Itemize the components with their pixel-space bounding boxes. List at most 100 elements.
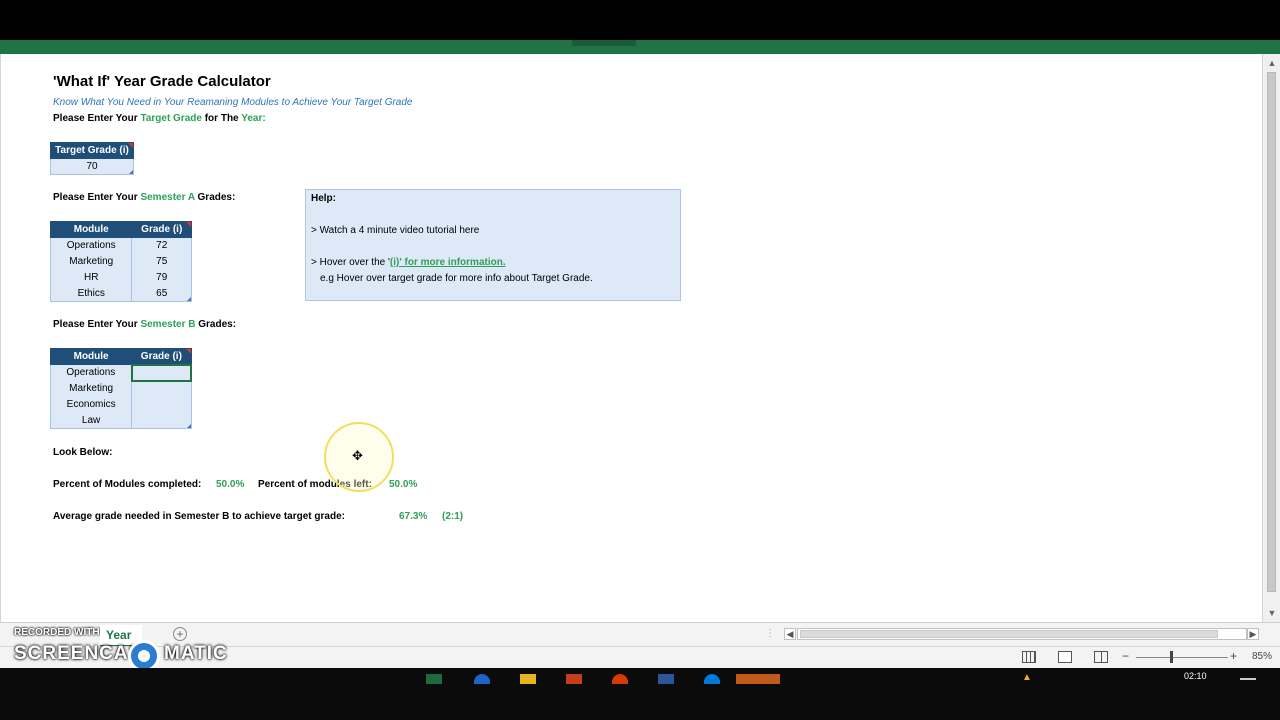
scroll-thumb[interactable] xyxy=(1267,72,1276,592)
window-top-bar xyxy=(0,0,1280,40)
grade-column-header-label: Grade (i) xyxy=(141,224,183,235)
module-cell[interactable]: Economics xyxy=(49,396,133,413)
grade-cell[interactable]: 75 xyxy=(131,253,192,270)
target-grade-header[interactable]: Target Grade (i) xyxy=(50,142,134,159)
ribbon-strip xyxy=(0,40,1280,54)
active-app-taskbar-icon[interactable] xyxy=(736,674,780,684)
page-title: 'What If' Year Grade Calculator xyxy=(53,73,271,90)
module-cell[interactable]: Ethics xyxy=(49,285,133,302)
target-prompt: Please Enter Your Target Grade for The Y… xyxy=(53,113,266,124)
normal-view-icon[interactable] xyxy=(1022,651,1036,663)
ribbon-tab-indicator xyxy=(572,40,636,46)
grade-cell[interactable]: 79 xyxy=(131,269,192,286)
zoom-level[interactable]: 85% xyxy=(1252,651,1272,662)
pct-completed-value: 50.0% xyxy=(216,479,245,490)
grade-column-header-label: Grade (i) xyxy=(140,350,182,362)
zoom-in-icon[interactable]: + xyxy=(1230,649,1237,663)
semester-a-prompt-text2: Grades: xyxy=(194,192,236,203)
grade-cell[interactable] xyxy=(131,396,192,413)
grade-cell[interactable]: 72 xyxy=(131,237,192,254)
semester-a-prompt-highlight: Semester A xyxy=(140,192,195,203)
table-row: Marketing xyxy=(49,380,192,397)
edge-taskbar-icon[interactable] xyxy=(704,674,720,684)
target-grade-header-label: Target Grade (i) xyxy=(55,145,129,156)
module-cell[interactable]: Marketing xyxy=(49,380,133,397)
grade-column-header[interactable]: Grade (i) xyxy=(131,348,192,365)
semester-a-prompt-text: Please Enter Your xyxy=(53,192,141,203)
hscroll-left-icon[interactable]: ◀ xyxy=(784,628,796,640)
table-row: HR 79 xyxy=(49,269,192,286)
semester-b-prompt-text2: Grades: xyxy=(195,319,237,330)
table-resize-handle-icon[interactable] xyxy=(187,297,191,301)
table-resize-handle-icon[interactable] xyxy=(187,424,191,428)
target-prompt-text2: for The xyxy=(201,113,242,124)
grade-cell[interactable]: 65 xyxy=(131,285,192,302)
semester-b-prompt: Please Enter Your Semester B Grades: xyxy=(53,319,236,330)
scroll-up-icon[interactable]: ▲ xyxy=(1266,57,1278,69)
help-hover-text: > Hover over the ' xyxy=(311,257,390,268)
cursor-cross-icon: ✥ xyxy=(352,448,363,463)
grade-cell[interactable] xyxy=(131,412,192,429)
page-layout-view-icon[interactable] xyxy=(1058,651,1072,663)
degree-class-value: (2:1) xyxy=(442,511,464,522)
hscroll-thumb[interactable] xyxy=(800,630,1218,638)
page-subtitle: Know What You Need in Your Reamaning Mod… xyxy=(53,97,413,108)
zoom-out-icon[interactable]: − xyxy=(1122,649,1129,663)
grade-column-header[interactable]: Grade (i) xyxy=(131,221,192,238)
module-cell[interactable]: Operations xyxy=(49,364,133,381)
page-break-view-icon[interactable] xyxy=(1094,651,1108,663)
grade-cell[interactable] xyxy=(131,380,192,397)
tab-splitter-icon[interactable]: ⋮ xyxy=(765,628,775,639)
pct-completed-label: Percent of Modules completed: xyxy=(53,479,202,490)
module-cell[interactable]: Operations xyxy=(49,237,133,254)
scroll-down-icon[interactable]: ▼ xyxy=(1266,607,1278,619)
help-box: Help: > Watch a 4 minute video tutorial … xyxy=(305,189,681,301)
target-prompt-text: Please Enter Your xyxy=(53,113,141,124)
target-prompt-year: Year: xyxy=(241,113,266,124)
semester-b-prompt-highlight: Semester B xyxy=(140,319,196,330)
add-sheet-icon[interactable]: + xyxy=(173,627,187,641)
excel-taskbar-icon[interactable] xyxy=(426,674,442,684)
semester-b-table: Module Grade (i) Operations Marketing Ec… xyxy=(49,348,193,429)
target-prompt-highlight: Target Grade xyxy=(140,113,202,124)
status-bar: SCREENCAST MATIC − + 85% xyxy=(0,640,1280,672)
watermark-matic: MATIC xyxy=(164,643,228,664)
help-example-line: e.g Hover over target grade for more inf… xyxy=(320,273,593,284)
table-row: Economics xyxy=(49,396,192,413)
semester-a-table: Module Grade (i) Operations 72 Marketing 7… xyxy=(49,221,192,302)
table-row: Ethics 65 xyxy=(49,285,192,302)
warning-tray-icon[interactable]: ▲ xyxy=(1022,672,1032,683)
module-cell[interactable]: Marketing xyxy=(49,253,133,270)
semester-b-prompt-text: Please Enter Your xyxy=(53,319,141,330)
table-row: Operations xyxy=(49,363,193,382)
notifications-icon[interactable] xyxy=(1240,678,1256,680)
comment-indicator-icon xyxy=(185,349,191,354)
file-explorer-icon[interactable] xyxy=(520,674,536,684)
vertical-scrollbar[interactable]: ▲ ▼ xyxy=(1262,54,1280,622)
semester-a-prompt: Please Enter Your Semester A Grades: xyxy=(53,192,235,203)
target-grade-cell[interactable]: 70 xyxy=(50,158,134,175)
watermark-recorded-with: RECORDED WITH xyxy=(14,627,100,638)
help-video-link[interactable]: > Watch a 4 minute video tutorial here xyxy=(311,225,479,236)
zoom-slider[interactable] xyxy=(1136,657,1228,658)
powerpoint-taskbar-icon[interactable] xyxy=(566,674,582,684)
help-info-link[interactable]: (i)' for more information. xyxy=(390,257,506,268)
module-column-header[interactable]: Module xyxy=(49,221,133,238)
pct-left-value: 50.0% xyxy=(389,479,418,490)
app-taskbar-icon[interactable] xyxy=(612,674,628,684)
browser-taskbar-icon[interactable] xyxy=(474,674,490,684)
module-cell[interactable]: Law xyxy=(49,412,133,429)
help-hover-line: > Hover over the '(i)' for more informat… xyxy=(311,257,506,268)
word-taskbar-icon[interactable] xyxy=(658,674,674,684)
table-resize-handle-icon[interactable] xyxy=(129,170,133,174)
worksheet[interactable] xyxy=(0,54,1262,622)
module-cell[interactable]: HR xyxy=(49,269,133,286)
module-column-header[interactable]: Module xyxy=(49,348,133,365)
horizontal-scrollbar[interactable] xyxy=(797,628,1247,640)
table-row: Marketing 75 xyxy=(49,253,192,270)
selected-grade-cell[interactable] xyxy=(130,363,193,382)
zoom-slider-thumb[interactable] xyxy=(1170,651,1173,663)
hscroll-right-icon[interactable]: ▶ xyxy=(1247,628,1259,640)
taskbar-clock[interactable]: 02:10 xyxy=(1184,671,1207,681)
look-below-label: Look Below: xyxy=(53,447,113,458)
